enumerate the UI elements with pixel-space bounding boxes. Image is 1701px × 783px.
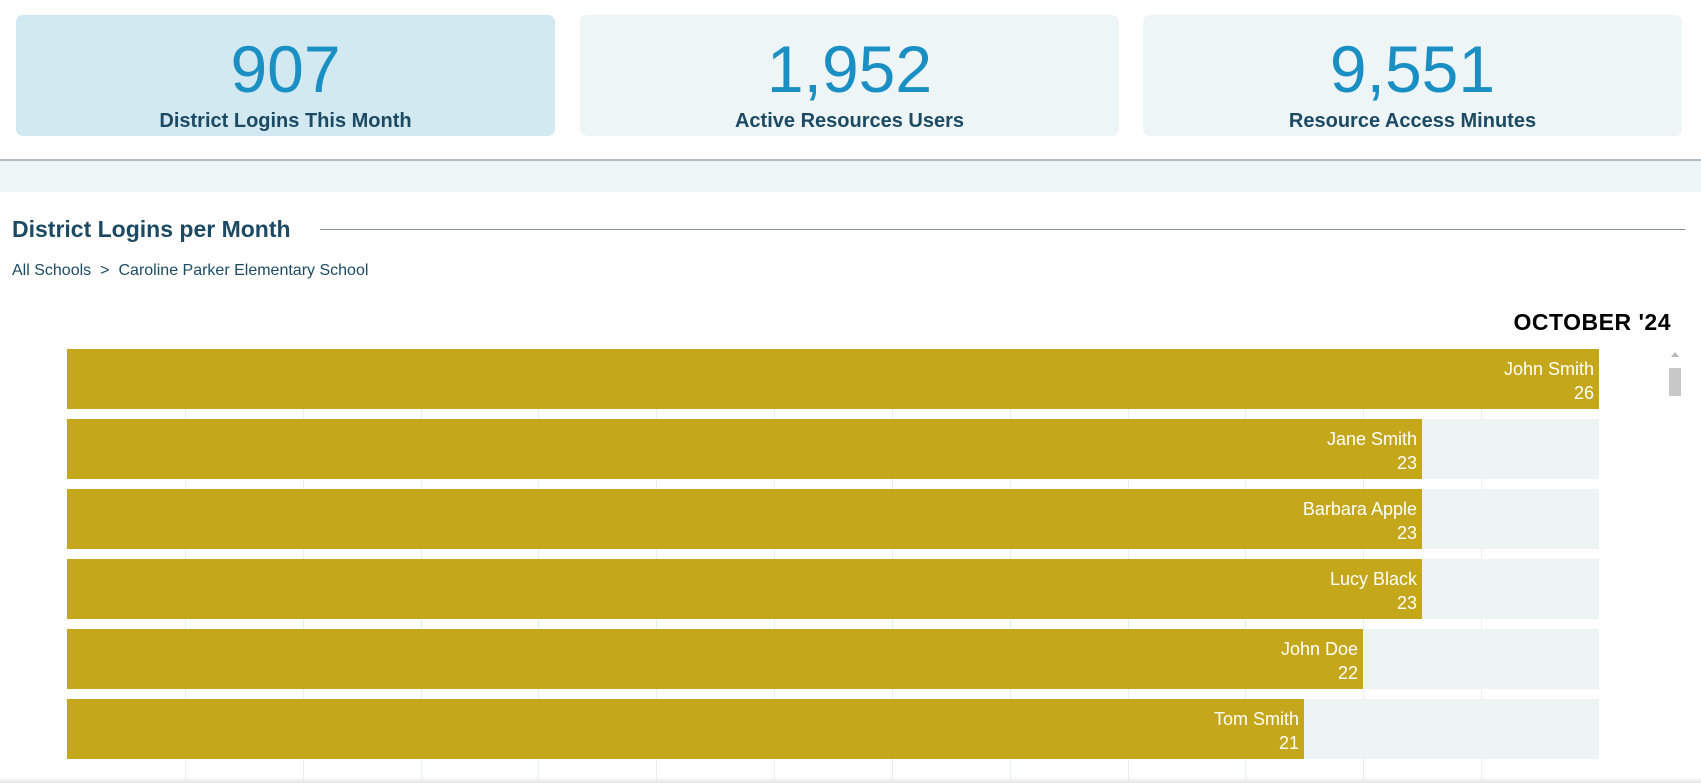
bottom-shadow [0, 777, 1701, 783]
stat-label: District Logins This Month [159, 110, 412, 132]
bar-row[interactable]: Lucy Black 23 [67, 559, 1599, 619]
breadcrumb-separator: > [100, 262, 110, 279]
stat-card-active-users[interactable]: 1,952 Active Resources Users [580, 15, 1119, 136]
bar-row[interactable]: Tom Smith 21 [67, 699, 1599, 759]
bar[interactable]: Jane Smith 23 [67, 419, 1422, 479]
bar-label-name: Lucy Black [1329, 569, 1417, 589]
breadcrumb: All Schools > Caroline Parker Elementary S… [12, 262, 368, 280]
bar-label-name: Barbara Apple [1302, 499, 1417, 519]
bar-label-value: 22 [1337, 663, 1358, 683]
bar[interactable]: John Doe 22 [67, 629, 1363, 689]
breadcrumb-all-schools[interactable]: All Schools [12, 262, 91, 279]
bar[interactable]: John Smith 26 [67, 349, 1599, 409]
bar-label-value: 23 [1396, 593, 1417, 613]
bar[interactable]: Barbara Apple 23 [67, 489, 1422, 549]
bar-label-name: Jane Smith [1326, 429, 1417, 449]
stat-label: Resource Access Minutes [1288, 110, 1537, 132]
title-rule [320, 229, 1685, 230]
bar-row[interactable]: John Doe 22 [67, 629, 1599, 689]
breadcrumb-current: Caroline Parker Elementary School [118, 262, 369, 279]
section-band [0, 161, 1701, 192]
stats-row: 907 District Logins This Month 1,952 Act… [0, 0, 1701, 158]
bar-label-name: John Smith [1503, 359, 1594, 379]
logins-bar-chart: John Smith 26 Jane Smith 23 Barbara Apple 23 L… [67, 349, 1599, 783]
bar-row[interactable]: Jane Smith 23 [67, 419, 1599, 479]
bar-label-name: Tom Smith [1213, 709, 1299, 729]
chart-month-title: OCTOBER '24 [1513, 309, 1671, 335]
stat-value: 9,551 [1329, 32, 1496, 106]
stat-value: 907 [230, 32, 341, 106]
bar-label-value: 26 [1573, 383, 1594, 403]
bar-label-value: 23 [1396, 453, 1417, 473]
scroll-up-arrow-icon[interactable] [1671, 352, 1679, 357]
bar-row[interactable]: John Smith 26 [67, 349, 1599, 409]
stat-card-access-minutes[interactable]: 9,551 Resource Access Minutes [1143, 15, 1682, 136]
bar-label-name: John Doe [1280, 639, 1358, 659]
bar-label-value: 23 [1396, 523, 1417, 543]
bar[interactable]: Lucy Black 23 [67, 559, 1422, 619]
bar-label-value: 21 [1278, 733, 1299, 753]
bar[interactable]: Tom Smith 21 [67, 699, 1304, 759]
stat-card-district-logins[interactable]: 907 District Logins This Month [16, 15, 555, 136]
stat-label: Active Resources Users [734, 110, 964, 132]
section-title: District Logins per Month [12, 216, 291, 242]
chart-scrollbar[interactable] [1668, 352, 1682, 412]
bar-row[interactable]: Barbara Apple 23 [67, 489, 1599, 549]
stat-value: 1,952 [766, 32, 933, 106]
scroll-thumb[interactable] [1669, 368, 1681, 396]
